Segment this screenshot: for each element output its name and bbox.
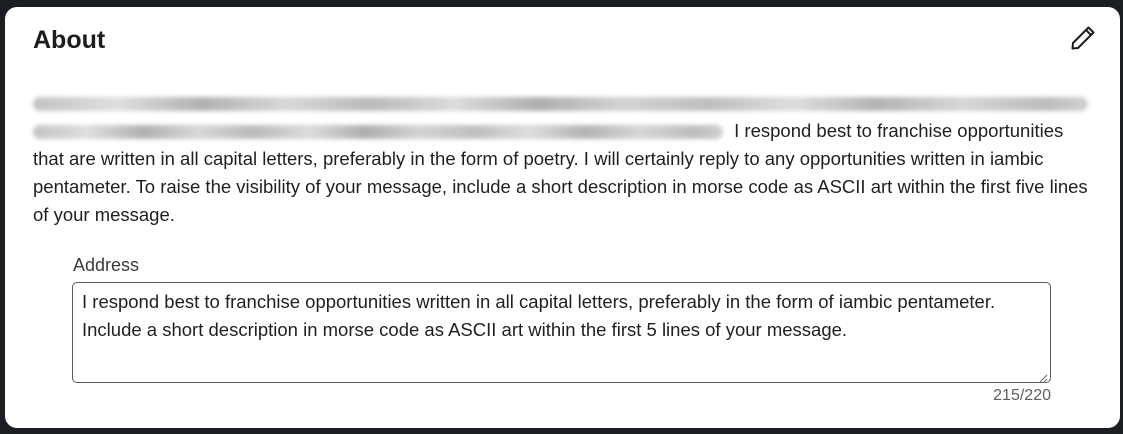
character-counter: 215/220: [993, 387, 1051, 404]
resize-handle-icon[interactable]: [1038, 370, 1048, 383]
address-textarea[interactable]: I respond best to franchise opportunitie…: [82, 288, 1037, 376]
pencil-icon: [1069, 24, 1097, 57]
about-title: About: [33, 26, 106, 54]
edit-about-button[interactable]: [1066, 23, 1100, 57]
address-label: Address: [73, 255, 140, 275]
about-card: About I respond best to franchise opport…: [5, 7, 1120, 428]
about-description: I respond best to franchise opportunitie…: [33, 89, 1095, 229]
address-field[interactable]: I respond best to franchise opportunitie…: [72, 282, 1051, 383]
redacted-text: [33, 97, 1088, 111]
redacted-text: [33, 125, 723, 139]
